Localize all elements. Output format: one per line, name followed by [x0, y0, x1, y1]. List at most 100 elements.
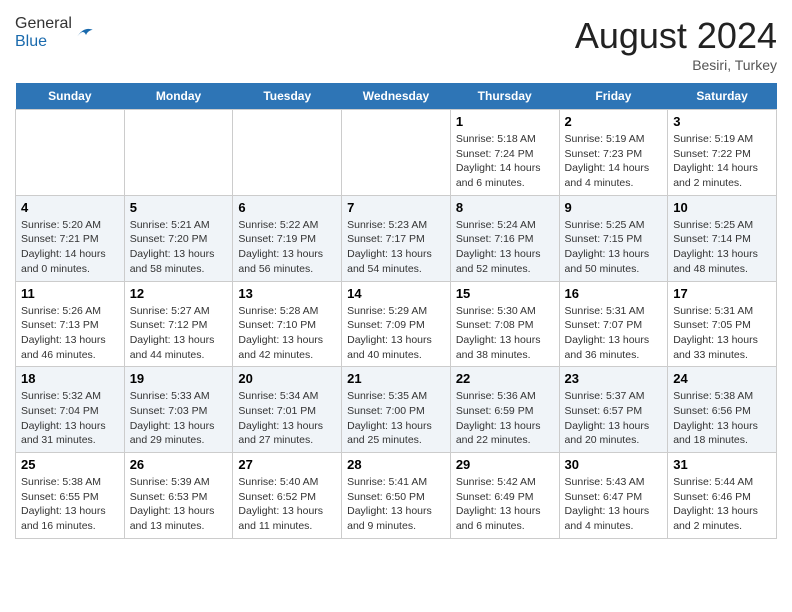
day-info: Sunrise: 5:40 AM Sunset: 6:52 PM Dayligh… [238, 475, 336, 534]
calendar-cell: 2 Sunrise: 5:19 AM Sunset: 7:23 PM Daylig… [559, 110, 668, 196]
day-info: Sunrise: 5:24 AM Sunset: 7:16 PM Dayligh… [456, 218, 554, 277]
day-info: Sunrise: 5:34 AM Sunset: 7:01 PM Dayligh… [238, 389, 336, 448]
day-info: Sunrise: 5:31 AM Sunset: 7:07 PM Dayligh… [565, 304, 663, 363]
header-wednesday: Wednesday [342, 83, 451, 110]
day-number: 30 [565, 457, 663, 472]
day-number: 12 [130, 286, 228, 301]
location-subtitle: Besiri, Turkey [575, 57, 777, 73]
logo: General Blue [15, 15, 94, 51]
day-info: Sunrise: 5:22 AM Sunset: 7:19 PM Dayligh… [238, 218, 336, 277]
day-info: Sunrise: 5:39 AM Sunset: 6:53 PM Dayligh… [130, 475, 228, 534]
day-info: Sunrise: 5:41 AM Sunset: 6:50 PM Dayligh… [347, 475, 445, 534]
calendar-header-row: Sunday Monday Tuesday Wednesday Thursday… [16, 83, 777, 110]
calendar-cell: 11 Sunrise: 5:26 AM Sunset: 7:13 PM Dayli… [16, 281, 125, 367]
calendar-week-row: 25Sunrise: 5:38 AM Sunset: 6:55 PM Dayli… [16, 453, 777, 539]
calendar-cell: 25Sunrise: 5:38 AM Sunset: 6:55 PM Dayli… [16, 453, 125, 539]
calendar-cell [124, 110, 233, 196]
day-info: Sunrise: 5:38 AM Sunset: 6:55 PM Dayligh… [21, 475, 119, 534]
calendar-cell: 19 Sunrise: 5:33 AM Sunset: 7:03 PM Dayli… [124, 367, 233, 453]
day-number: 9 [565, 200, 663, 215]
calendar-cell: 20Sunrise: 5:34 AM Sunset: 7:01 PM Dayli… [233, 367, 342, 453]
calendar-cell: 16 Sunrise: 5:31 AM Sunset: 7:07 PM Dayli… [559, 281, 668, 367]
calendar-cell: 18Sunrise: 5:32 AM Sunset: 7:04 PM Dayli… [16, 367, 125, 453]
calendar-cell: 24 Sunrise: 5:38 AM Sunset: 6:56 PM Dayli… [668, 367, 777, 453]
day-info: Sunrise: 5:19 AM Sunset: 7:23 PM Dayligh… [565, 132, 663, 191]
day-number: 22 [456, 371, 554, 386]
day-number: 14 [347, 286, 445, 301]
day-number: 3 [673, 114, 771, 129]
day-info: Sunrise: 5:36 AM Sunset: 6:59 PM Dayligh… [456, 389, 554, 448]
day-number: 15 [456, 286, 554, 301]
calendar-cell [16, 110, 125, 196]
day-number: 13 [238, 286, 336, 301]
day-info: Sunrise: 5:18 AM Sunset: 7:24 PM Dayligh… [456, 132, 554, 191]
header-friday: Friday [559, 83, 668, 110]
calendar-cell: 4 Sunrise: 5:20 AM Sunset: 7:21 PM Daylig… [16, 195, 125, 281]
day-info: Sunrise: 5:21 AM Sunset: 7:20 PM Dayligh… [130, 218, 228, 277]
calendar-week-row: 4 Sunrise: 5:20 AM Sunset: 7:21 PM Daylig… [16, 195, 777, 281]
page-header: General Blue August 2024 Besiri, Turkey [15, 15, 777, 73]
calendar-cell: 9 Sunrise: 5:25 AM Sunset: 7:15 PM Daylig… [559, 195, 668, 281]
day-number: 31 [673, 457, 771, 472]
day-info: Sunrise: 5:29 AM Sunset: 7:09 PM Dayligh… [347, 304, 445, 363]
day-number: 21 [347, 371, 445, 386]
logo-general-text: General [15, 15, 72, 32]
day-info: Sunrise: 5:19 AM Sunset: 7:22 PM Dayligh… [673, 132, 771, 191]
day-info: Sunrise: 5:25 AM Sunset: 7:14 PM Dayligh… [673, 218, 771, 277]
day-number: 2 [565, 114, 663, 129]
calendar-cell: 22 Sunrise: 5:36 AM Sunset: 6:59 PM Dayli… [450, 367, 559, 453]
day-number: 26 [130, 457, 228, 472]
calendar-cell: 27 Sunrise: 5:40 AM Sunset: 6:52 PM Dayli… [233, 453, 342, 539]
calendar-cell: 23Sunrise: 5:37 AM Sunset: 6:57 PM Dayli… [559, 367, 668, 453]
day-number: 11 [21, 286, 119, 301]
calendar-cell: 17 Sunrise: 5:31 AM Sunset: 7:05 PM Dayli… [668, 281, 777, 367]
header-saturday: Saturday [668, 83, 777, 110]
header-thursday: Thursday [450, 83, 559, 110]
day-number: 28 [347, 457, 445, 472]
day-number: 19 [130, 371, 228, 386]
calendar-cell: 1 Sunrise: 5:18 AM Sunset: 7:24 PM Daylig… [450, 110, 559, 196]
day-number: 24 [673, 371, 771, 386]
day-number: 7 [347, 200, 445, 215]
day-number: 6 [238, 200, 336, 215]
calendar-cell: 30 Sunrise: 5:43 AM Sunset: 6:47 PM Dayli… [559, 453, 668, 539]
calendar-table: Sunday Monday Tuesday Wednesday Thursday… [15, 83, 777, 539]
day-info: Sunrise: 5:30 AM Sunset: 7:08 PM Dayligh… [456, 304, 554, 363]
calendar-cell: 21 Sunrise: 5:35 AM Sunset: 7:00 PM Dayli… [342, 367, 451, 453]
calendar-cell: 5Sunrise: 5:21 AM Sunset: 7:20 PM Daylig… [124, 195, 233, 281]
day-number: 8 [456, 200, 554, 215]
calendar-cell [342, 110, 451, 196]
day-info: Sunrise: 5:31 AM Sunset: 7:05 PM Dayligh… [673, 304, 771, 363]
day-info: Sunrise: 5:37 AM Sunset: 6:57 PM Dayligh… [565, 389, 663, 448]
day-info: Sunrise: 5:43 AM Sunset: 6:47 PM Dayligh… [565, 475, 663, 534]
day-number: 16 [565, 286, 663, 301]
calendar-cell: 31 Sunrise: 5:44 AM Sunset: 6:46 PM Dayli… [668, 453, 777, 539]
calendar-cell: 29Sunrise: 5:42 AM Sunset: 6:49 PM Dayli… [450, 453, 559, 539]
day-number: 27 [238, 457, 336, 472]
title-section: August 2024 Besiri, Turkey [575, 15, 777, 73]
calendar-week-row: 11 Sunrise: 5:26 AM Sunset: 7:13 PM Dayli… [16, 281, 777, 367]
day-number: 1 [456, 114, 554, 129]
day-info: Sunrise: 5:25 AM Sunset: 7:15 PM Dayligh… [565, 218, 663, 277]
day-info: Sunrise: 5:35 AM Sunset: 7:00 PM Dayligh… [347, 389, 445, 448]
day-info: Sunrise: 5:44 AM Sunset: 6:46 PM Dayligh… [673, 475, 771, 534]
day-info: Sunrise: 5:42 AM Sunset: 6:49 PM Dayligh… [456, 475, 554, 534]
day-info: Sunrise: 5:38 AM Sunset: 6:56 PM Dayligh… [673, 389, 771, 448]
header-tuesday: Tuesday [233, 83, 342, 110]
calendar-cell: 3 Sunrise: 5:19 AM Sunset: 7:22 PM Daylig… [668, 110, 777, 196]
day-info: Sunrise: 5:26 AM Sunset: 7:13 PM Dayligh… [21, 304, 119, 363]
day-info: Sunrise: 5:20 AM Sunset: 7:21 PM Dayligh… [21, 218, 119, 277]
logo-blue-text: Blue [15, 33, 47, 50]
logo-bird-icon [74, 23, 94, 43]
calendar-cell: 26 Sunrise: 5:39 AM Sunset: 6:53 PM Dayli… [124, 453, 233, 539]
calendar-week-row: 18Sunrise: 5:32 AM Sunset: 7:04 PM Dayli… [16, 367, 777, 453]
calendar-cell: 13Sunrise: 5:28 AM Sunset: 7:10 PM Dayli… [233, 281, 342, 367]
calendar-cell: 14 Sunrise: 5:29 AM Sunset: 7:09 PM Dayli… [342, 281, 451, 367]
day-number: 17 [673, 286, 771, 301]
calendar-cell: 7 Sunrise: 5:23 AM Sunset: 7:17 PM Daylig… [342, 195, 451, 281]
day-number: 18 [21, 371, 119, 386]
day-number: 4 [21, 200, 119, 215]
day-info: Sunrise: 5:33 AM Sunset: 7:03 PM Dayligh… [130, 389, 228, 448]
calendar-cell: 12Sunrise: 5:27 AM Sunset: 7:12 PM Dayli… [124, 281, 233, 367]
day-info: Sunrise: 5:23 AM Sunset: 7:17 PM Dayligh… [347, 218, 445, 277]
